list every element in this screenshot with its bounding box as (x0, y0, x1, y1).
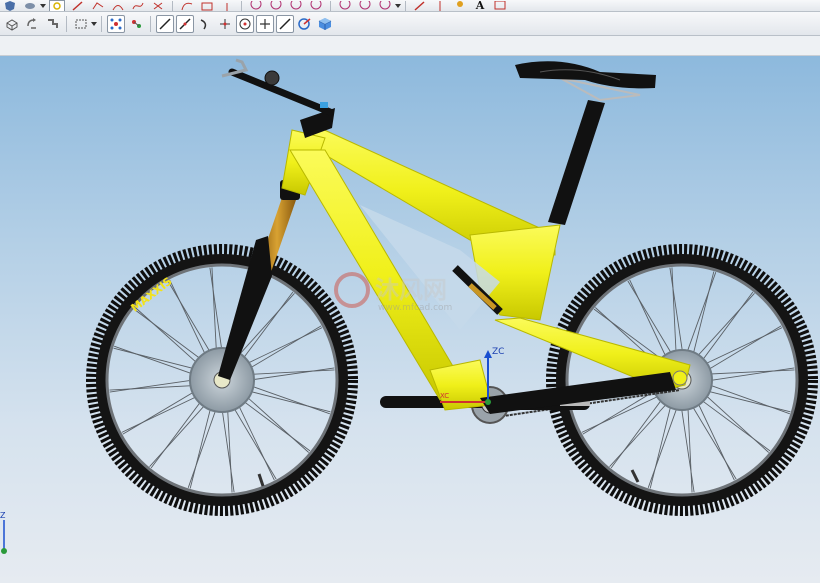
circle-icon[interactable] (378, 0, 392, 11)
lamp-icon[interactable] (453, 0, 467, 11)
point-on-curve-icon[interactable] (236, 14, 254, 33)
curve-icon[interactable] (180, 1, 194, 11)
circle-icon[interactable] (338, 0, 352, 11)
node-icon[interactable] (127, 15, 145, 33)
seatpost-saddle[interactable] (515, 61, 656, 225)
watermark-brand: 沐风网 (375, 276, 447, 304)
dropdown-arrow-icon[interactable] (395, 0, 401, 11)
cut-icon[interactable] (151, 1, 165, 11)
rear-dropout (672, 370, 688, 386)
arrow-icon[interactable] (433, 0, 447, 11)
toolbar-separator (241, 0, 242, 11)
shield-icon[interactable] (3, 0, 17, 11)
wcs-origin (485, 399, 491, 405)
arc-icon[interactable] (111, 1, 125, 11)
dropdown-arrow-icon[interactable] (91, 16, 97, 32)
circle-icon[interactable] (309, 0, 323, 11)
circle-icon[interactable] (249, 0, 263, 11)
front-valve (257, 473, 265, 487)
handlebar (228, 68, 334, 116)
arrow-icon[interactable] (220, 1, 234, 11)
spline-icon[interactable] (131, 1, 145, 11)
circle-icon[interactable] (269, 0, 283, 11)
line-icon[interactable] (156, 14, 174, 33)
watermark-logo-icon (334, 272, 370, 308)
xc-label: XC (440, 392, 449, 400)
corner-view-triad: Z (0, 511, 7, 554)
circle-icon[interactable] (289, 0, 303, 11)
pan-icon[interactable] (43, 15, 61, 33)
rectangle-icon[interactable] (493, 0, 507, 11)
snap-grid-icon[interactable] (107, 14, 125, 33)
circle-icon[interactable] (358, 0, 372, 11)
rotate-icon[interactable] (23, 15, 41, 33)
bicycle-model[interactable]: MAXXIS 沐风网 www.mfcad.com ZC XC Z (0, 56, 820, 583)
rear-valve (630, 469, 640, 483)
watermark-url: www.mfcad.com (378, 303, 452, 313)
toolbar-separator (330, 0, 331, 11)
front-wheel[interactable]: MAXXIS (86, 244, 358, 516)
wireframe-icon[interactable] (3, 15, 21, 33)
select-box-icon[interactable] (72, 15, 90, 33)
toolbar-separator (150, 15, 151, 32)
watermark: 沐风网 www.mfcad.com (334, 272, 452, 313)
toolbar-row-3 (0, 36, 820, 56)
sketch-icon[interactable] (91, 1, 105, 11)
rectangle-icon[interactable] (200, 1, 214, 11)
cube-icon[interactable] (316, 15, 334, 33)
bar-end-grip (264, 70, 280, 86)
dropdown-arrow-icon[interactable] (40, 0, 46, 11)
slash-line-icon[interactable] (176, 14, 194, 33)
toolbar-separator (101, 15, 102, 32)
plus-point-icon[interactable] (256, 14, 274, 33)
toolbar-separator (66, 15, 67, 32)
zc-arrow-icon (484, 350, 492, 358)
intersection-icon[interactable] (216, 15, 234, 33)
text-icon[interactable]: A (473, 0, 487, 11)
pencil-icon[interactable] (413, 0, 427, 11)
view-orient-icon[interactable] (296, 15, 314, 33)
tangent-icon[interactable] (276, 14, 294, 33)
toolbar-separator (172, 0, 173, 11)
shifter (320, 102, 328, 108)
zc-label: ZC (492, 347, 504, 357)
cursor-icon[interactable] (49, 0, 65, 11)
graphics-viewport[interactable]: MAXXIS 沐风网 www.mfcad.com ZC XC Z (0, 56, 820, 583)
pencil-icon[interactable] (71, 0, 85, 11)
curve-icon[interactable] (196, 15, 214, 33)
cockpit[interactable] (221, 58, 335, 138)
corner-origin (1, 548, 7, 554)
toolbar-row-2 (0, 12, 820, 36)
layers-icon[interactable] (23, 1, 37, 11)
corner-z-label: Z (0, 511, 6, 520)
toolbar-row-1: A (0, 0, 820, 12)
seatpost (548, 100, 605, 225)
toolbar-separator (405, 0, 406, 11)
